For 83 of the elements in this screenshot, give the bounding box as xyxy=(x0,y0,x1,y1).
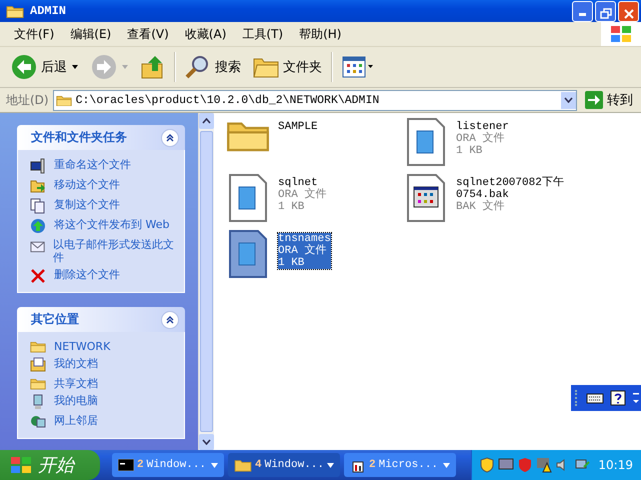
task-link[interactable]: 重命名这个文件 xyxy=(54,158,131,171)
folder-icon xyxy=(6,4,24,18)
file-label[interactable]: sqlnet2007082下午0754.bak BAK 文件 xyxy=(456,177,570,213)
menu-item[interactable]: 文件(F) xyxy=(8,26,60,42)
panel-header[interactable]: 文件和文件夹任务 xyxy=(17,125,185,150)
menu-item[interactable]: 工具(T) xyxy=(236,26,290,42)
dropdown-caret-icon xyxy=(327,462,334,468)
task-link[interactable]: 删除这个文件 xyxy=(54,268,120,281)
globe-arrow-icon xyxy=(30,218,46,234)
delete-icon xyxy=(30,268,46,284)
menu-item[interactable]: 查看(V) xyxy=(121,26,175,42)
menu-item[interactable]: 编辑(E) xyxy=(64,26,118,42)
task-link[interactable]: 复制这个文件 xyxy=(54,198,120,211)
folder-arrow-icon xyxy=(30,178,46,194)
folders-button[interactable]: 文件夹 xyxy=(250,54,325,80)
start-button[interactable]: 开始 xyxy=(0,450,100,480)
minimize-icon[interactable] xyxy=(632,391,640,405)
task-link[interactable]: NETWORK xyxy=(54,340,110,353)
minimize-icon xyxy=(579,12,586,16)
scroll-down-icon[interactable] xyxy=(202,439,211,445)
views-grid-icon xyxy=(342,56,374,78)
task-link[interactable]: 我的文档 xyxy=(54,357,98,370)
panel-header[interactable]: 其它位置 xyxy=(17,307,185,332)
folder-icon xyxy=(234,458,252,472)
documents-folder-icon xyxy=(30,357,46,373)
folder-icon xyxy=(56,94,72,106)
collapse-chevron-icon[interactable] xyxy=(161,310,179,328)
back-button[interactable]: 后退 xyxy=(8,52,82,82)
copy-icon xyxy=(30,198,46,214)
console-icon xyxy=(118,459,134,471)
window-document-icon xyxy=(406,173,446,223)
dropdown-caret-icon xyxy=(443,462,450,468)
notepad-document-icon xyxy=(406,117,446,167)
windows-logo-icon xyxy=(601,22,641,46)
folder-icon xyxy=(30,340,46,353)
dropdown-caret-icon xyxy=(211,462,218,468)
monitor-icon xyxy=(498,458,514,472)
close-button[interactable] xyxy=(618,0,639,22)
file-label[interactable]: tnsnames ORA 文件 1 KB xyxy=(278,233,331,269)
folder-up-icon xyxy=(141,54,165,80)
vertical-scrollbar[interactable] xyxy=(198,113,214,450)
task-link[interactable]: 我的电脑 xyxy=(54,394,98,407)
address-field[interactable]: C:\oracles\product\10.2.0\db_2\NETWORK\ADMIN xyxy=(52,90,577,110)
search-icon xyxy=(185,54,211,80)
menu-item[interactable]: 帮助(H) xyxy=(293,26,348,42)
window-title: ADMIN xyxy=(30,4,68,18)
menu-item[interactable]: 收藏(A) xyxy=(178,26,232,42)
panel-title: 其它位置 xyxy=(31,311,80,328)
minimize-button[interactable] xyxy=(572,0,593,22)
address-label: 地址(D) xyxy=(6,92,49,108)
taskbar-button[interactable]: 4 Window... xyxy=(228,453,340,477)
taskbar-button[interactable]: 2 Window... xyxy=(112,453,224,477)
network-globe-icon xyxy=(30,414,46,430)
notepad-document-icon xyxy=(228,229,268,279)
collapse-chevron-icon[interactable] xyxy=(161,128,179,146)
shield-icon xyxy=(480,457,494,473)
warning-icon xyxy=(536,457,552,473)
scroll-up-icon[interactable] xyxy=(202,118,211,124)
taskbar-button[interactable]: 2 Micros... xyxy=(344,453,456,477)
security-shield-icon xyxy=(518,457,532,473)
file-label[interactable]: sqlnet ORA 文件 1 KB xyxy=(278,177,326,213)
task-link[interactable]: 移动这个文件 xyxy=(54,178,120,191)
folder-icon xyxy=(30,377,46,390)
restore-button[interactable] xyxy=(595,0,616,22)
notepad-document-icon xyxy=(228,173,268,223)
file-label[interactable]: listener ORA 文件 1 KB xyxy=(456,121,509,157)
search-button[interactable]: 搜索 xyxy=(182,52,244,82)
close-icon xyxy=(622,8,634,20)
task-link[interactable]: 将这个文件发布到 Web xyxy=(54,218,170,231)
rename-icon xyxy=(30,158,46,174)
help-icon[interactable] xyxy=(610,390,626,406)
folders-icon xyxy=(253,56,279,78)
restore-icon xyxy=(600,8,612,20)
dropdown-caret-icon[interactable] xyxy=(71,64,79,70)
clock: 10:19 xyxy=(598,458,633,472)
go-button[interactable]: 转到 xyxy=(581,91,637,109)
task-link[interactable]: 共享文档 xyxy=(54,377,98,390)
file-label[interactable]: SAMPLE xyxy=(278,121,318,133)
task-link[interactable]: 以电子邮件形式发送此文件 xyxy=(53,238,178,264)
keyboard-icon[interactable] xyxy=(586,392,604,404)
panel-title: 文件和文件夹任务 xyxy=(31,129,128,146)
task-link[interactable]: 网上邻居 xyxy=(54,414,98,427)
windows-logo-icon xyxy=(10,455,32,475)
